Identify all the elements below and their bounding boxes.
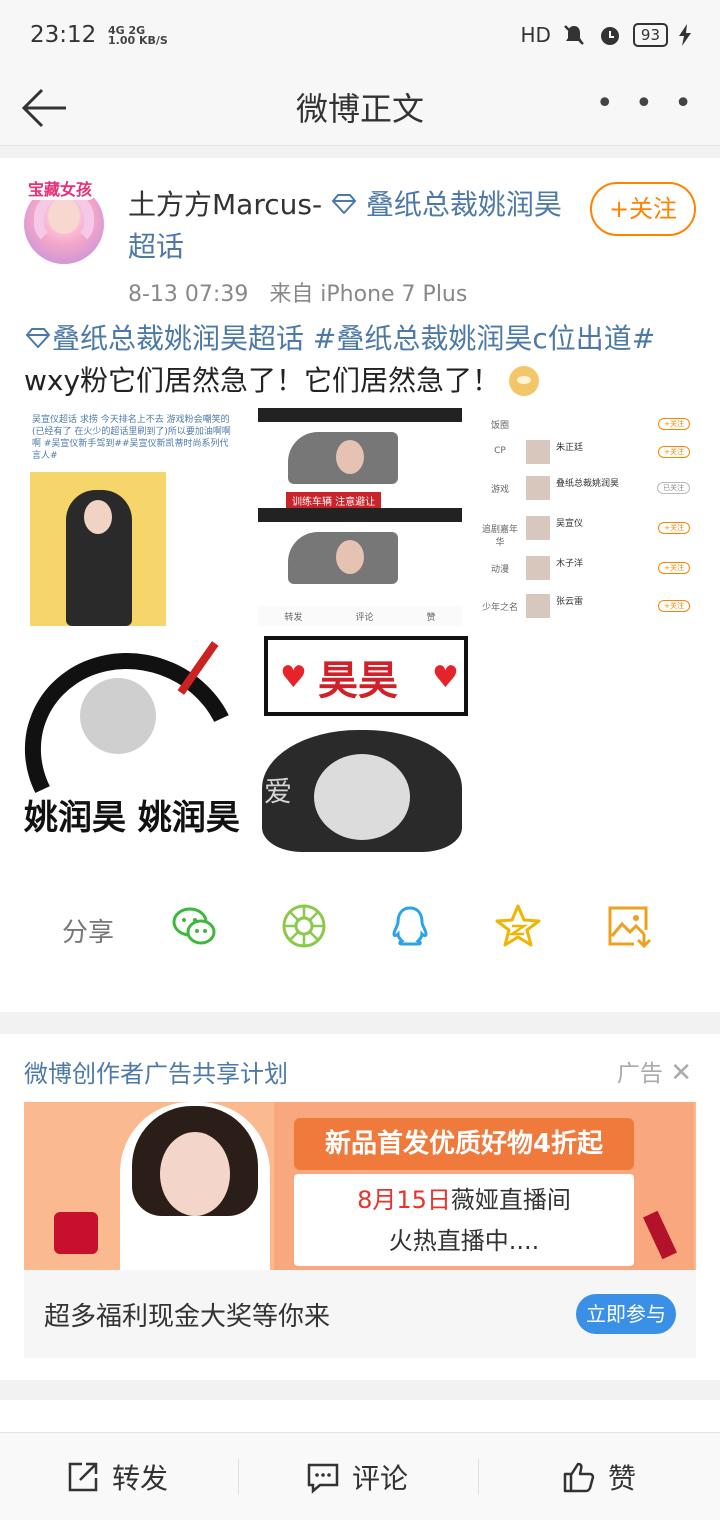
image-screenshot-text: 吴宣仪超话 求捞 今天排名上不去 游戏粉会嘲笑的(已经有了 在火少的超话里刷到了… <box>32 415 231 461</box>
share-label: 分享 <box>62 918 115 948</box>
battery-indicator: 93 <box>632 23 668 47</box>
diamond-icon <box>331 194 357 215</box>
post-image-4[interactable]: 姚润昊 姚润昊 <box>24 634 242 852</box>
meme-sign-text: 昊昊 <box>318 658 398 704</box>
meme-love-text: 爱 <box>264 775 293 808</box>
ad-banner[interactable]: 新品首发优质好物4折起 8月15日薇娅直播间 火热直播中.... <box>24 1102 696 1270</box>
more-options-button[interactable]: • • • <box>596 86 698 121</box>
qq-icon[interactable] <box>386 902 434 950</box>
rank-row: 少年之名 张云雷 +关注 <box>478 590 696 624</box>
weibo-post: 宝藏女孩 土方方Marcus- 叠纸总裁姚润昊超话 8-13 07:39 来自 … <box>0 158 720 1012</box>
hashtag-link[interactable]: #叠纸总裁姚润昊c位出道# <box>313 322 655 355</box>
save-image-icon[interactable] <box>604 902 652 950</box>
heart-icon: ♥ <box>432 660 459 695</box>
ad-label: 广告 ✕ <box>616 1058 692 1088</box>
comment-button[interactable]: 评论 <box>306 1433 408 1520</box>
status-right: HD 93 <box>520 22 692 48</box>
avatar-badge: 宝藏女孩 <box>24 176 97 200</box>
ad-cta-row: 超多福利现金大奖等你来 立即参与 <box>24 1270 696 1358</box>
network-indicator: 4G 2G 1.00 KB/S <box>108 24 168 47</box>
heart-icon: ♥ <box>280 660 307 695</box>
qzone-icon[interactable] <box>494 902 542 950</box>
ad-cta-text: 超多福利现金大奖等你来 <box>44 1302 331 1332</box>
product-icon <box>54 1212 98 1254</box>
post-image-2[interactable]: 训练车辆 注意避让 转发 评论 赞 <box>258 408 462 626</box>
doge-emoji-icon <box>508 366 539 396</box>
car-sign: 训练车辆 注意避让 <box>286 492 382 509</box>
repost-button[interactable]: 转发 <box>66 1433 168 1520</box>
hd-indicator: HD <box>520 23 551 47</box>
banner-card: 8月15日薇娅直播间 火热直播中.... <box>294 1174 634 1266</box>
follow-button[interactable]: +关注 <box>590 182 696 236</box>
meme-caption: 姚润昊 姚润昊 <box>24 798 240 838</box>
image-action-bar: 转发 评论 赞 <box>258 606 462 626</box>
post-time: 8-13 07:39 <box>128 282 249 307</box>
wechat-icon[interactable] <box>170 902 218 950</box>
banner-headline: 新品首发优质好物4折起 <box>294 1118 634 1170</box>
ad-card: 微博创作者广告共享计划 广告 ✕ 新品首发优质好物4折起 8月15日薇娅直播间 … <box>0 1034 720 1380</box>
charging-icon <box>679 24 691 46</box>
supertopic-hashtag[interactable]: 叠纸总裁姚润昊超话 <box>24 322 304 355</box>
post-text: 叠纸总裁姚润昊超话 #叠纸总裁姚润昊c位出道# wxy粉它们居然急了！它们居然急… <box>24 318 700 402</box>
nav-bar: 微博正文 • • • <box>0 70 720 146</box>
moments-icon[interactable] <box>280 902 328 950</box>
rank-row: 动漫 木子洋 +关注 <box>478 552 696 586</box>
bottom-action-bar: 转发 评论 赞 <box>0 1432 720 1520</box>
rank-row: 游戏 叠纸总裁姚润昊 已关注 <box>478 472 696 506</box>
diamond-icon <box>25 328 51 349</box>
repost-icon <box>68 1462 98 1492</box>
rank-row: 追剧嘉年华 吴宣仪 +关注 <box>478 512 696 548</box>
ad-program-title[interactable]: 微博创作者广告共享计划 <box>24 1054 288 1089</box>
post-image-5[interactable]: ♥ ♥ 昊昊 爱 <box>258 634 470 852</box>
post-meta: 8-13 07:39 来自 iPhone 7 Plus <box>128 276 467 308</box>
status-bar: 23:12 4G 2G 1.00 KB/S HD 93 <box>0 0 720 70</box>
comment-icon <box>307 1463 339 1494</box>
username[interactable]: 土方方Marcus- <box>128 188 322 221</box>
post-source: 来自 iPhone 7 Plus <box>269 282 468 307</box>
post-image-3[interactable]: 饭圈 +关注 CP 朱正廷 +关注 游戏 叠纸总裁姚润昊 已关注 追剧嘉年华 吴… <box>478 408 696 626</box>
like-button[interactable]: 赞 <box>562 1433 636 1520</box>
participate-button[interactable]: 立即参与 <box>576 1294 676 1334</box>
post-image-1[interactable]: 吴宣仪超话 求捞 今天排名上不去 游戏粉会嘲笑的(已经有了 在火少的超话里刷到了… <box>24 408 240 626</box>
mute-icon <box>564 25 584 45</box>
status-time: 23:12 <box>30 22 97 48</box>
post-body: wxy粉它们居然急了！它们居然急了！ <box>24 364 501 397</box>
alarm-icon <box>600 27 619 45</box>
rank-row: CP 朱正廷 +关注 <box>478 436 696 470</box>
avatar[interactable]: 宝藏女孩 <box>24 176 106 266</box>
share-row: 分享 <box>0 898 720 962</box>
thumbs-up-icon <box>563 1462 595 1493</box>
author-line: 土方方Marcus- 叠纸总裁姚润昊超话 <box>128 184 568 268</box>
close-icon[interactable]: ✕ <box>670 1058 692 1088</box>
